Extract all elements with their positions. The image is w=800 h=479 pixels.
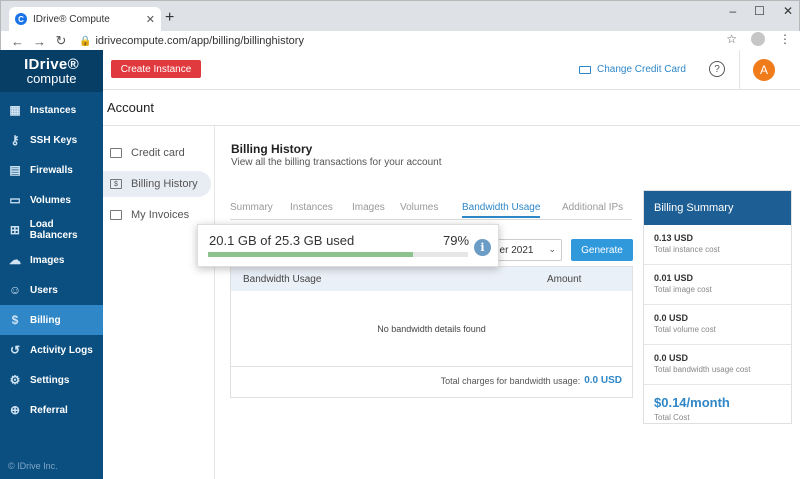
tab-images[interactable]: Images <box>352 202 385 213</box>
info-icon[interactable]: i <box>474 239 491 256</box>
load-balancer-icon: ⊞ <box>9 223 20 237</box>
account-bar: Account <box>103 90 800 126</box>
browser-toolbar: ← → ↻ 🔒 idrivecompute.com/app/billing/bi… <box>1 31 800 51</box>
tab-title: IDrive® Compute <box>33 13 110 25</box>
table-header: Bandwidth Usage Amount <box>231 267 632 291</box>
sidebar-item-firewalls[interactable]: ▤ Firewalls <box>0 155 103 185</box>
usage-progress-bar <box>208 252 468 257</box>
help-icon[interactable]: ? <box>709 61 725 77</box>
summary-row: 0.13 USD Total instance cost <box>644 225 791 265</box>
tab-summary[interactable]: Summary <box>230 202 273 213</box>
sidebar-item-referral[interactable]: ⊕ Referral <box>0 395 103 425</box>
minimize-icon[interactable]: – <box>729 4 736 18</box>
instances-icon: ▦ <box>9 103 21 117</box>
summary-row: 0.0 USD Total volume cost <box>644 305 791 345</box>
reload-icon[interactable]: ↻ <box>55 33 67 49</box>
sidebar-item-instances[interactable]: ▦ Instances <box>0 95 103 125</box>
billing-tabs: Summary Instances Images Volumes Bandwid… <box>230 202 632 220</box>
tab-instances[interactable]: Instances <box>290 202 333 213</box>
forward-icon[interactable]: → <box>33 34 46 49</box>
firewall-icon: ▤ <box>9 163 21 177</box>
generate-button[interactable]: Generate <box>571 239 633 261</box>
billing-icon: $ <box>110 179 122 189</box>
browser-chrome: C IDrive® Compute ✕ + – ☐ ✕ ← → ↻ 🔒 idri… <box>0 0 800 51</box>
credit-card-icon <box>579 65 591 74</box>
usage-progress-fill <box>208 252 414 257</box>
idrive-compute-logo[interactable]: IDrive® compute <box>0 50 103 92</box>
empty-state: No bandwidth details found <box>231 291 632 367</box>
tab-volumes[interactable]: Volumes <box>400 202 438 213</box>
create-instance-button[interactable]: Create Instance <box>111 60 201 78</box>
month-select[interactable]: ber 2021 ⌄ <box>489 239 562 261</box>
subnav-item-billing-history[interactable]: $ Billing History <box>103 171 211 197</box>
avatar[interactable]: A <box>753 59 775 81</box>
header-divider <box>739 50 740 90</box>
account-subnav: Credit card $ Billing History My Invoice… <box>103 126 215 479</box>
subnav-item-credit-card[interactable]: Credit card <box>103 140 211 166</box>
summary-row: 0.01 USD Total image cost <box>644 265 791 305</box>
summary-row: 0.0 USD Total bandwidth usage cost <box>644 345 791 385</box>
column-header-bandwidth-usage: Bandwidth Usage <box>243 273 322 285</box>
menu-kebab-icon[interactable]: ⋮ <box>779 32 791 46</box>
column-header-amount: Amount <box>547 273 582 285</box>
sidebar-item-users[interactable]: ☺ Users <box>0 275 103 305</box>
page-title: Account <box>107 100 154 115</box>
close-window-icon[interactable]: ✕ <box>783 4 793 18</box>
subnav-item-my-invoices[interactable]: My Invoices <box>103 202 211 228</box>
url-bar[interactable]: idrivecompute.com/app/billing/billinghis… <box>95 35 304 47</box>
chevron-down-icon: ⌄ <box>548 244 556 254</box>
tab-bandwidth-usage[interactable]: Bandwidth Usage <box>462 202 541 218</box>
browser-tab[interactable]: C IDrive® Compute ✕ <box>9 7 161 31</box>
billing-icon: $ <box>11 313 19 327</box>
total-charges-value: 0.0 USD <box>584 375 622 386</box>
referral-icon: ⊕ <box>9 403 21 417</box>
total-cost-value: $0.14/month <box>654 395 730 410</box>
section-subtitle: View all the billing transactions for yo… <box>231 157 442 168</box>
profile-icon[interactable] <box>751 32 765 46</box>
app-header: Create Instance Change Credit Card ? A <box>103 50 800 90</box>
sidebar-item-settings[interactable]: ⚙ Settings <box>0 365 103 395</box>
back-icon[interactable]: ← <box>11 34 24 49</box>
sidebar-item-ssh-keys[interactable]: ⚷ SSH Keys <box>0 125 103 155</box>
new-tab-icon[interactable]: + <box>165 9 174 27</box>
invoice-icon <box>110 210 122 220</box>
maximize-icon[interactable]: ☐ <box>754 4 765 18</box>
sidebar-item-volumes[interactable]: ▭ Volumes <box>0 185 103 215</box>
key-icon: ⚷ <box>10 133 20 147</box>
sidebar: IDrive® compute ▦ Instances ⚷ SSH Keys ▤ Fi… <box>0 50 103 479</box>
usage-percent: 79% <box>443 233 470 248</box>
cloud-icon: ☁ <box>9 253 21 267</box>
credit-card-icon <box>110 148 122 158</box>
bandwidth-table: Bandwidth Usage Amount No bandwidth deta… <box>230 266 633 398</box>
sidebar-item-load-balancers[interactable]: ⊞ Load Balancers <box>0 215 103 245</box>
summary-title: Billing Summary <box>644 191 791 225</box>
sidebar-item-billing[interactable]: $ Billing <box>0 305 103 335</box>
volume-icon: ▭ <box>9 193 21 207</box>
summary-total: $0.14/month Total Cost <box>644 385 791 422</box>
window-controls: – ☐ ✕ <box>729 4 793 18</box>
section-title: Billing History <box>231 142 313 156</box>
sidebar-item-images[interactable]: ☁ Images <box>0 245 103 275</box>
change-credit-card-link[interactable]: Change Credit Card <box>579 64 686 75</box>
gear-icon: ⚙ <box>9 373 21 387</box>
history-icon: ↺ <box>9 343 21 357</box>
copyright: © IDrive Inc. <box>8 461 58 471</box>
sidebar-item-activity-logs[interactable]: ↺ Activity Logs <box>0 335 103 365</box>
close-tab-icon[interactable]: ✕ <box>146 13 155 26</box>
billing-summary-card: Billing Summary 0.13 USD Total instance … <box>643 190 792 424</box>
usage-text: 20.1 GB of 25.3 GB used <box>209 233 355 248</box>
lock-icon: 🔒 <box>79 35 92 47</box>
total-charges: Total charges for bandwidth usage: 0.0 U… <box>440 375 622 386</box>
user-icon: ☺ <box>8 283 22 297</box>
storage-usage-popup: 20.1 GB of 25.3 GB used 79% i <box>197 224 499 267</box>
tab-additional-ips[interactable]: Additional IPs <box>562 202 623 213</box>
idrive-favicon-icon: C <box>15 13 27 25</box>
bookmark-star-icon[interactable]: ☆ <box>726 32 737 46</box>
